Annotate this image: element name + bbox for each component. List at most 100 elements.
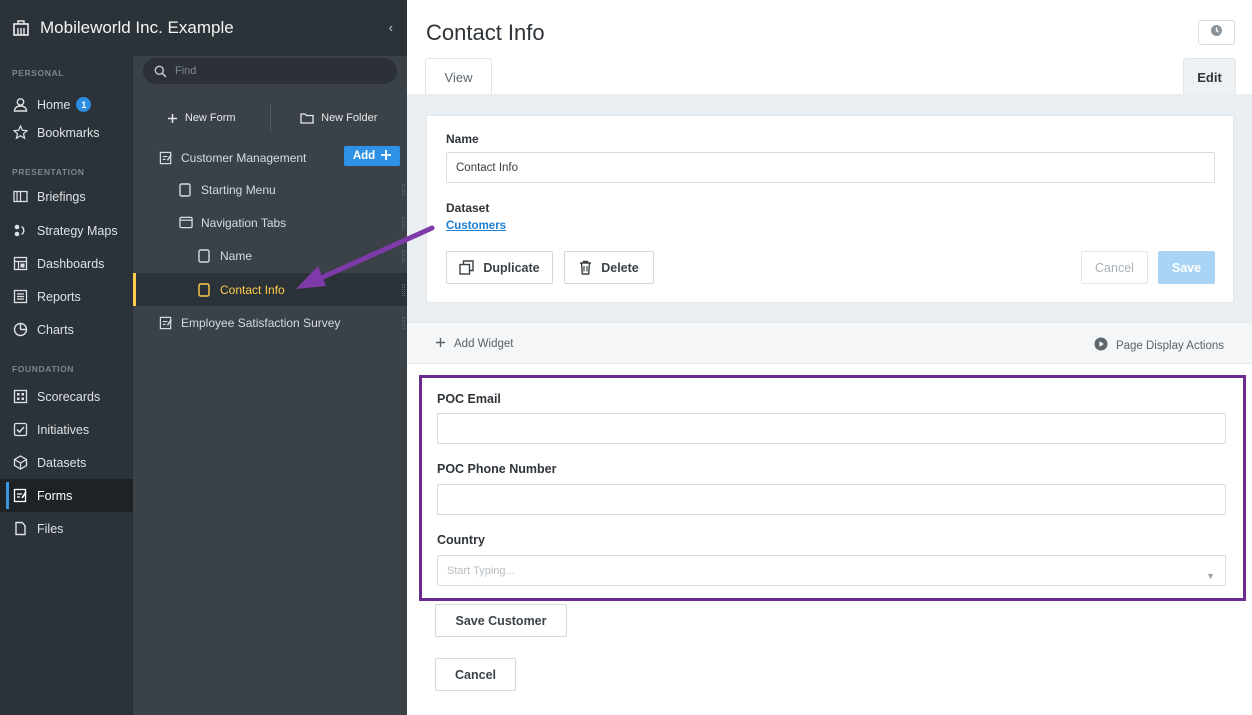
add-button[interactable]: Add <box>344 146 400 166</box>
plus-icon <box>167 113 178 124</box>
tree-item-label: Name <box>220 248 253 263</box>
drag-handle-icon[interactable] <box>402 250 405 262</box>
tree-item-label: Employee Satisfaction Survey <box>181 315 341 330</box>
new-form-button[interactable]: New Form <box>133 112 270 124</box>
nav-item-label: Files <box>37 521 64 536</box>
selection-indicator <box>133 273 136 306</box>
tab-view[interactable]: View <box>425 58 492 95</box>
tree-item-employee-satisfaction-survey[interactable]: Employee Satisfaction Survey <box>133 306 407 339</box>
pie-chart-icon <box>12 322 28 338</box>
file-icon <box>12 521 28 537</box>
plus-icon <box>381 149 392 163</box>
search-icon <box>154 65 167 78</box>
form-icon <box>12 488 28 504</box>
clock-icon <box>1210 24 1223 42</box>
nav-item-label: Charts <box>37 322 74 337</box>
poc-email-label: POC Email <box>437 392 501 406</box>
caret-down-icon[interactable]: ▼ <box>1206 571 1215 581</box>
nav-item-files[interactable]: Files <box>0 512 133 545</box>
search-input[interactable] <box>175 65 375 77</box>
dataset-label: Dataset <box>446 201 490 215</box>
tree-item-navigation-tabs[interactable]: Navigation Tabs <box>133 206 407 239</box>
page-icon <box>198 282 212 297</box>
page-display-actions-button[interactable]: Page Display Actions <box>1094 337 1224 354</box>
new-folder-button[interactable]: New Folder <box>271 112 408 124</box>
nav-item-forms[interactable]: Forms <box>0 479 133 512</box>
report-icon <box>12 289 28 305</box>
form-icon <box>159 316 173 330</box>
name-field[interactable] <box>446 152 1215 183</box>
name-label: Name <box>446 132 479 146</box>
drag-handle-icon[interactable] <box>402 217 405 229</box>
nav-item-label: Dashboards <box>37 256 105 271</box>
dataset-link[interactable]: Customers <box>446 220 506 232</box>
nav-item-label: Reports <box>37 289 81 304</box>
poc-email-field[interactable] <box>437 413 1226 444</box>
poc-phone-field[interactable] <box>437 484 1226 515</box>
dataset-icon <box>12 455 28 471</box>
nav-item-label: Strategy Maps <box>37 223 118 238</box>
country-label: Country <box>437 533 485 547</box>
nav-item-label: Scorecards <box>37 389 101 404</box>
nav-item-strategy-maps[interactable]: Strategy Maps <box>0 214 133 247</box>
add-widget-button[interactable]: Add Widget <box>435 337 513 351</box>
play-circle-icon <box>1094 337 1108 354</box>
checkbox-icon <box>12 422 28 438</box>
nav-item-label: Forms <box>37 488 73 503</box>
star-icon <box>12 125 28 141</box>
user-icon <box>12 97 28 113</box>
nav-item-charts[interactable]: Charts <box>0 313 133 346</box>
country-select[interactable] <box>437 555 1226 586</box>
save-button[interactable]: Save <box>1158 251 1215 284</box>
nav-item-initiatives[interactable]: Initiatives <box>0 413 133 446</box>
tree-item-name[interactable]: Name <box>133 239 407 272</box>
building-icon <box>12 19 30 37</box>
nav-item-bookmarks[interactable]: Bookmarks <box>0 116 133 149</box>
tree-item-contact-info[interactable]: Contact Info <box>133 273 407 306</box>
nav-item-label: Home <box>37 97 71 112</box>
duplicate-button[interactable]: Duplicate <box>446 251 553 284</box>
delete-label: Delete <box>601 260 639 275</box>
page-icon <box>198 248 212 263</box>
nav-item-dashboards[interactable]: Dashboards <box>0 247 133 280</box>
add-label: Add <box>352 150 376 162</box>
cancel-button[interactable]: Cancel <box>1081 251 1148 284</box>
save-customer-button[interactable]: Save Customer <box>435 604 567 637</box>
drag-handle-icon[interactable] <box>402 284 405 296</box>
nav-item-label: Bookmarks <box>37 125 100 140</box>
poc-phone-label: POC Phone Number <box>437 462 557 476</box>
nav-item-datasets[interactable]: Datasets <box>0 446 133 479</box>
nav-item-scorecards[interactable]: Scorecards <box>0 380 133 413</box>
nav-item-briefings[interactable]: Briefings <box>0 180 133 213</box>
duplicate-label: Duplicate <box>483 260 540 275</box>
search-box[interactable] <box>143 58 397 84</box>
tab-edit[interactable]: Edit <box>1183 58 1236 95</box>
notification-badge: 1 <box>76 97 92 112</box>
page-display-actions-label: Page Display Actions <box>1115 339 1224 352</box>
form-icon <box>159 151 173 165</box>
chevron-left-icon[interactable]: ‹ <box>389 20 393 35</box>
form-cancel-button[interactable]: Cancel <box>435 658 516 691</box>
drag-handle-icon[interactable] <box>402 317 405 329</box>
tree-item-label: Contact Info <box>220 282 285 297</box>
new-folder-label: New Folder <box>321 112 378 124</box>
drag-handle-icon[interactable] <box>402 184 405 196</box>
form-tree-panel: New Form New Folder Customer Management … <box>133 56 407 715</box>
page-settings-card: Name Dataset Customers Duplicate Delete … <box>426 115 1234 303</box>
nav-item-label: Datasets <box>37 455 87 470</box>
page-icon <box>179 182 193 197</box>
nav-section-presentation: PRESENTATION <box>12 167 85 177</box>
org-name: Mobileworld Inc. Example <box>40 18 234 37</box>
folder-icon <box>300 112 314 124</box>
delete-button[interactable]: Delete <box>564 251 654 284</box>
tree-item-starting-menu[interactable]: Starting Menu <box>133 173 407 206</box>
save-label: Save <box>1171 260 1202 275</box>
org-header: Mobileworld Inc. Example ‹ <box>0 0 407 56</box>
plus-icon <box>435 337 446 351</box>
nav-item-reports[interactable]: Reports <box>0 280 133 313</box>
history-button[interactable] <box>1198 20 1235 45</box>
dashboard-icon <box>12 256 28 272</box>
main-navigation: PERSONAL Home 1 Bookmarks PRESENTATION B… <box>0 56 133 715</box>
trash-icon <box>579 260 592 275</box>
page-title: Contact Info <box>426 20 545 45</box>
